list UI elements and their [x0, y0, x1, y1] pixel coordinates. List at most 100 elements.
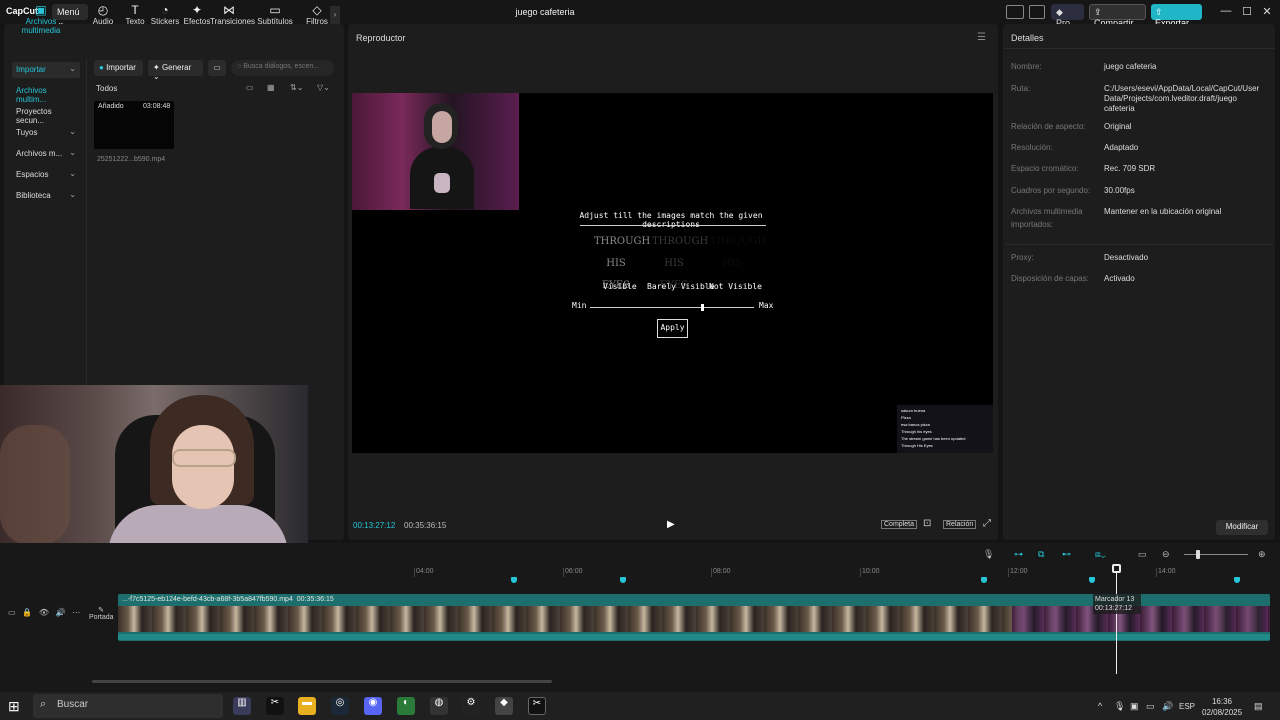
- track-toggle-icon[interactable]: ▭: [8, 608, 16, 617]
- ruler-tick: [860, 568, 861, 577]
- layout-icon[interactable]: [1006, 5, 1024, 19]
- sidebar-item[interactable]: Importar ⌄: [12, 62, 80, 78]
- timeline-marker[interactable]: [620, 577, 626, 583]
- detail-value: Adaptado: [1104, 143, 1139, 152]
- taskbar-search[interactable]: Buscar: [33, 694, 223, 718]
- zoom-slider-thumb[interactable]: [1196, 550, 1200, 559]
- tray-network-icon[interactable]: ▭: [1146, 701, 1155, 712]
- apply-button[interactable]: Apply: [657, 319, 688, 338]
- cover-button[interactable]: ✎ Portada: [89, 606, 114, 632]
- close-icon[interactable]: ✕: [1260, 5, 1274, 19]
- streamer-face: [432, 111, 452, 143]
- export-button[interactable]: ⇧ Exportar: [1151, 4, 1202, 28]
- tray-language[interactable]: ESP: [1179, 702, 1195, 711]
- audio-icon[interactable]: 🔊: [56, 608, 66, 617]
- player-menu-icon[interactable]: ☰: [977, 32, 986, 43]
- obs-icon[interactable]: ◍: [430, 697, 448, 715]
- video-preview[interactable]: Adjust till the images match the given d…: [352, 93, 993, 453]
- clip-name: ...-f7c5125-eb124e-befd-43cb-a68f-3b5a84…: [122, 596, 334, 603]
- marker-tooltip: Marcador 13 00:13:27:12: [1093, 594, 1141, 614]
- search-placeholder: Busca diálogos, escen...: [243, 63, 320, 70]
- playhead-handle[interactable]: [1112, 564, 1121, 573]
- record-icon[interactable]: ▭: [208, 60, 226, 76]
- sidebar-item[interactable]: Tuyos ⌄: [12, 125, 80, 141]
- tab-subtitles[interactable]: ▭ Subtítulos: [256, 3, 294, 26]
- tab-scroll-icon[interactable]: ›: [330, 6, 340, 24]
- media-icon: ▣: [35, 3, 47, 17]
- modify-button[interactable]: Modificar: [1216, 520, 1268, 535]
- generate-button[interactable]: ✦ Generar ⌄: [148, 60, 203, 81]
- game-app-icon[interactable]: ◆: [495, 697, 513, 715]
- timeline-scrollbar[interactable]: [92, 680, 552, 683]
- timeline-marker[interactable]: [981, 577, 987, 583]
- sidebar-item[interactable]: Biblioteca ⌄: [12, 188, 80, 204]
- microphone-icon[interactable]: 🎙: [983, 549, 994, 560]
- settings-icon[interactable]: ⚙: [462, 697, 480, 715]
- discord-icon[interactable]: ◉: [364, 697, 382, 715]
- share-button[interactable]: ⇪ Compartir: [1089, 4, 1146, 28]
- tab-media[interactable]: ▣ Archivos multimedia: [8, 3, 74, 35]
- filter-icon[interactable]: ▽⌄: [317, 83, 333, 93]
- media-search-input[interactable]: ○ Busca diálogos, escen...: [231, 60, 334, 76]
- tray-chevron-icon[interactable]: ^: [1098, 701, 1102, 711]
- grid-view-icon[interactable]: ▦: [267, 83, 283, 93]
- link-icon[interactable]: ⊷: [1062, 549, 1071, 560]
- clip-audio-waveform: [118, 634, 1270, 640]
- chat-message: sakuro buena: [901, 408, 926, 413]
- audio-app-icon[interactable]: ▥: [233, 697, 251, 715]
- maximize-icon[interactable]: ☐: [1240, 5, 1254, 19]
- timeline-marker[interactable]: [1234, 577, 1240, 583]
- steam-icon[interactable]: ◎: [331, 697, 349, 715]
- tray-volume-icon[interactable]: 🔊: [1162, 701, 1173, 712]
- zoom-out-icon[interactable]: ⊖: [1162, 549, 1170, 560]
- ratio-button[interactable]: Relación: [943, 520, 977, 529]
- sidebar-item[interactable]: Espacios ⌄: [12, 167, 80, 183]
- auto-snap-icon[interactable]: ⧉: [1038, 549, 1044, 560]
- zoom-slider[interactable]: [1184, 554, 1248, 555]
- tray-mic-icon[interactable]: 🎙: [1114, 701, 1125, 712]
- main-track-magnet-icon[interactable]: ⊶: [1014, 549, 1023, 560]
- minimize-icon[interactable]: —: [1219, 5, 1233, 19]
- crop-icon[interactable]: ⊡: [923, 518, 931, 529]
- notification-icon[interactable]: ▤: [1254, 701, 1263, 712]
- file-explorer-icon[interactable]: ▬: [298, 697, 316, 715]
- brightness-slider-thumb[interactable]: [700, 304, 704, 311]
- fullscreen-icon[interactable]: ⤢: [983, 518, 991, 529]
- import-button[interactable]: ● Importar: [94, 60, 143, 76]
- lock-icon[interactable]: 🔒: [22, 608, 32, 617]
- sidebar-item[interactable]: Proyectos secun...: [12, 104, 80, 125]
- visibility-icon[interactable]: 👁: [39, 608, 49, 617]
- tray-clock[interactable]: 16:36 02/08/2025: [1202, 696, 1242, 718]
- timeline-marker[interactable]: [1089, 577, 1095, 583]
- tray-app-icon[interactable]: ▣: [1130, 701, 1139, 712]
- zoom-in-icon[interactable]: ⊕: [1258, 549, 1266, 560]
- chrome-icon[interactable]: ◐: [397, 697, 415, 715]
- shortcuts-icon[interactable]: [1029, 5, 1045, 19]
- capcut-active-icon[interactable]: ✂: [528, 697, 546, 715]
- ruler-label: 14:00: [1158, 568, 1176, 575]
- sidebar-item[interactable]: Archivos multim...: [12, 83, 80, 104]
- clock-date: 02/08/2025: [1202, 708, 1243, 717]
- brightness-slider[interactable]: [590, 307, 754, 308]
- media-added-badge: Añadido: [98, 103, 124, 110]
- folder-icon[interactable]: ▭: [246, 83, 262, 93]
- windows-start-icon[interactable]: ⊞: [8, 698, 20, 715]
- filter-all-label: Todos: [96, 84, 118, 93]
- caption-icon[interactable]: ▭: [1138, 549, 1147, 560]
- preview-axis-icon[interactable]: ⧈⌄: [1095, 549, 1106, 560]
- sidebar-item-label: Tuyos: [16, 128, 38, 137]
- timeline-marker[interactable]: [511, 577, 517, 583]
- sidebar-item[interactable]: Archivos m... ⌄: [12, 146, 80, 162]
- tab-transitions[interactable]: ⋈ Transiciones: [210, 3, 255, 26]
- detail-key: Ruta:: [1011, 84, 1031, 93]
- playhead[interactable]: [1116, 566, 1117, 674]
- full-quality-button[interactable]: Completa: [881, 520, 917, 529]
- sidebar-item-label: Archivos multim...: [16, 86, 47, 104]
- sort-icon[interactable]: ⇅⌄: [290, 83, 306, 93]
- play-icon[interactable]: ▶: [667, 519, 675, 530]
- chevron-down-icon: ⌄: [69, 127, 76, 136]
- more-icon[interactable]: ⋯: [72, 608, 80, 617]
- capcut-taskbar-icon[interactable]: ✂: [266, 697, 284, 715]
- pro-button[interactable]: ◆ Pro: [1051, 4, 1084, 28]
- chat-message: Pizza: [901, 415, 911, 420]
